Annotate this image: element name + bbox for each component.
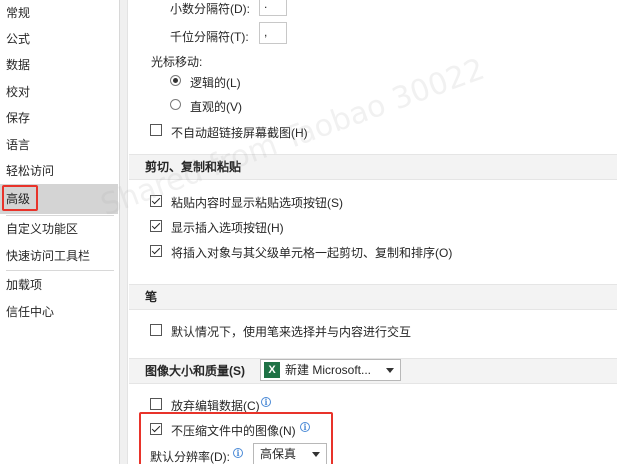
cut-copy-sort-objects-checkbox[interactable] [150, 245, 162, 257]
info-icon: i [300, 422, 310, 432]
thousands-separator-input[interactable]: , [259, 22, 287, 44]
sidebar-item-formulas[interactable]: 公式 [0, 26, 118, 52]
cursor-movement-label: 光标移动: [151, 55, 203, 69]
sidebar-item-label: 自定义功能区 [6, 222, 79, 236]
advanced-options-panel: 小数分隔符(D): . 千位分隔符(T): , 光标移动: 逻辑的(L) 直观的… [129, 0, 617, 464]
sidebar-item-label: 公式 [6, 32, 31, 46]
visual-radio[interactable] [170, 99, 181, 110]
no-compress-images-checkbox[interactable] [150, 423, 162, 435]
sidebar-item-label: 信任中心 [6, 305, 55, 319]
default-pen-label: 默认情况下，使用笔来选择并与内容进行交互 [171, 325, 412, 339]
default-resolution-label: 默认分辨率(D): [150, 450, 230, 464]
excel-icon: X [264, 362, 280, 378]
show-paste-options-checkbox[interactable] [150, 195, 162, 207]
sidebar-item-language[interactable]: 语言 [0, 132, 118, 158]
discard-editing-checkbox[interactable] [150, 398, 162, 410]
no-compress-images-label: 不压缩文件中的图像(N) [171, 424, 296, 438]
sidebar-item-label: 常规 [6, 6, 31, 20]
show-insert-options-label: 显示插入选项按钮(H) [171, 221, 284, 235]
visual-radio-label: 直观的(V) [190, 100, 242, 114]
sidebar-scroll-gutter [120, 0, 128, 464]
sidebar-item-label: 语言 [6, 138, 31, 152]
default-pen-checkbox[interactable] [150, 324, 162, 336]
logical-radio[interactable] [170, 75, 181, 86]
no-autohyperlink-checkbox[interactable] [150, 124, 162, 136]
sidebar-item-label: 保存 [6, 111, 31, 125]
sidebar-item-quick-access-toolbar[interactable]: 快速访问工具栏 [0, 243, 118, 269]
document-select-value: 新建 Microsoft... [285, 363, 372, 377]
thousands-separator-label: 千位分隔符(T): [170, 30, 249, 44]
decimal-separator-label: 小数分隔符(D): [170, 2, 250, 16]
sidebar-item-accessibility[interactable]: 轻松访问 [0, 158, 118, 184]
document-select[interactable]: X 新建 Microsoft... [260, 359, 401, 381]
chevron-down-icon [386, 368, 394, 373]
cut-copy-paste-header: 剪切、复制和粘贴 [129, 154, 617, 180]
sidebar-item-label: 轻松访问 [6, 164, 55, 178]
cut-copy-sort-objects-label: 将插入对象与其父级单元格一起剪切、复制和排序(O) [171, 246, 453, 260]
options-sidebar: 常规 公式 数据 校对 保存 语言 轻松访问 高级 自定义功能区 快速访问工具栏… [0, 0, 120, 464]
highlight-box [2, 185, 38, 211]
sidebar-item-customize-ribbon[interactable]: 自定义功能区 [0, 216, 118, 242]
info-icon: i [233, 448, 243, 458]
sidebar-divider [6, 270, 114, 271]
chevron-down-icon [312, 452, 320, 457]
decimal-separator-input[interactable]: . [259, 0, 287, 16]
show-insert-options-checkbox[interactable] [150, 220, 162, 232]
pen-header: 笔 [129, 284, 617, 310]
info-icon: i [261, 397, 271, 407]
sidebar-item-label: 快速访问工具栏 [6, 249, 91, 263]
default-resolution-select[interactable]: 高保真 [253, 443, 327, 464]
default-resolution-value: 高保真 [260, 447, 297, 461]
sidebar-item-advanced[interactable]: 高级 [0, 184, 118, 214]
sidebar-item-general[interactable]: 常规 [0, 0, 118, 26]
sidebar-item-add-ins[interactable]: 加载项 [0, 272, 118, 298]
sidebar-item-data[interactable]: 数据 [0, 52, 118, 78]
sidebar-item-trust-center[interactable]: 信任中心 [0, 299, 118, 325]
sidebar-item-label: 加载项 [6, 278, 43, 292]
show-paste-options-label: 粘贴内容时显示粘贴选项按钮(S) [171, 196, 343, 210]
sidebar-item-label: 校对 [6, 85, 31, 99]
no-autohyperlink-label: 不自动超链接屏幕截图(H) [171, 126, 308, 140]
logical-radio-label: 逻辑的(L) [190, 76, 241, 90]
sidebar-item-label: 数据 [6, 58, 31, 72]
sidebar-item-proofing[interactable]: 校对 [0, 79, 118, 105]
sidebar-item-save[interactable]: 保存 [0, 105, 118, 131]
